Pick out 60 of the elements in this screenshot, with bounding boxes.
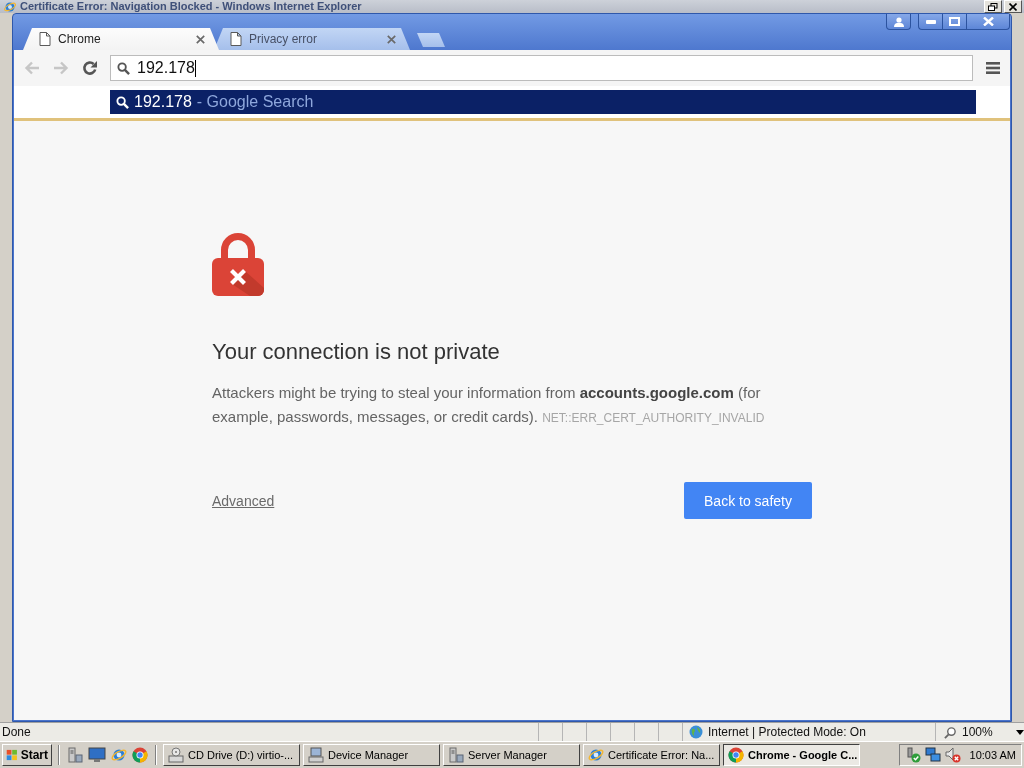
browser-icon — [4, 0, 16, 13]
maximize-button[interactable] — [942, 14, 966, 30]
error-heading: Your connection is not private — [212, 338, 501, 366]
globe-icon — [689, 725, 703, 739]
arrow-right-icon — [53, 61, 69, 75]
close-button[interactable] — [966, 14, 1010, 30]
taskbar-button[interactable]: Server Manager — [443, 744, 580, 766]
page-icon — [39, 32, 51, 46]
caret-icon[interactable] — [1015, 729, 1024, 735]
drive-icon — [168, 747, 184, 763]
back-to-safety-button[interactable]: Back to safety — [684, 482, 812, 519]
computer-icon — [308, 747, 324, 763]
taskbar-button[interactable]: Certificate Error: Na... — [583, 744, 720, 766]
server-icon — [448, 747, 464, 763]
menu-icon — [986, 62, 1000, 74]
status-text: Done — [1, 724, 32, 741]
restore-icon — [988, 2, 998, 11]
advanced-link[interactable]: Advanced — [212, 492, 275, 509]
search-icon — [117, 61, 130, 75]
clock-text: 10:03 AM — [969, 749, 1016, 761]
close-icon — [982, 17, 994, 26]
windows-logo-icon — [6, 747, 18, 763]
browser-icon — [588, 747, 604, 763]
page-icon — [230, 32, 242, 46]
zoom-level[interactable]: 100% — [962, 725, 993, 739]
browser-icon — [728, 747, 744, 763]
browser-icon[interactable] — [132, 747, 148, 763]
minimize-button[interactable] — [918, 14, 942, 30]
server-icon[interactable] — [67, 747, 83, 763]
browser-tab[interactable]: Chrome — [23, 28, 219, 50]
monitor-icon[interactable] — [88, 747, 106, 763]
security-zone-text: Internet | Protected Mode: On — [708, 725, 866, 739]
taskbar-button[interactable]: Chrome - Google C... — [723, 744, 860, 766]
restore-button[interactable] — [984, 0, 1002, 13]
person-icon — [893, 16, 904, 27]
reload-icon — [82, 60, 98, 76]
address-field[interactable]: 192.178 — [110, 55, 973, 81]
plug-check-icon[interactable] — [904, 747, 921, 763]
arrow-left-icon — [24, 61, 40, 75]
new-tab-button[interactable] — [417, 33, 445, 47]
search-icon — [116, 95, 129, 109]
network-icon[interactable] — [924, 747, 941, 763]
minimize-icon — [925, 19, 936, 24]
suggestion-item[interactable]: 192.178 - Google Search — [110, 90, 976, 114]
error-description: Attackers might be trying to steal your information from accounts.google.com (for example, passwords, messages, or credit cards). NET::ERR_CERT_AUTHORITY_INVALID — [212, 383, 766, 427]
text-cursor — [194, 59, 196, 77]
browser-icon[interactable] — [111, 747, 127, 763]
tab-close-icon[interactable] — [387, 34, 396, 44]
browser-tab[interactable]: Privacy error — [214, 28, 410, 50]
taskbar-button[interactable]: CD Drive (D:) virtio-... — [163, 744, 300, 766]
profile-button[interactable] — [886, 14, 911, 30]
muted-speaker-icon[interactable] — [944, 747, 961, 763]
zoom-icon — [944, 725, 957, 739]
close-icon — [1009, 2, 1017, 11]
maximize-icon — [949, 17, 960, 26]
tab-close-icon[interactable] — [196, 34, 205, 44]
start-button[interactable]: Start — [2, 744, 52, 766]
taskbar-button[interactable]: Device Manager — [303, 744, 440, 766]
lock-icon — [212, 232, 264, 296]
window-title: Certificate Error: Navigation Blocked - Windows Internet Explorer — [20, 0, 362, 13]
